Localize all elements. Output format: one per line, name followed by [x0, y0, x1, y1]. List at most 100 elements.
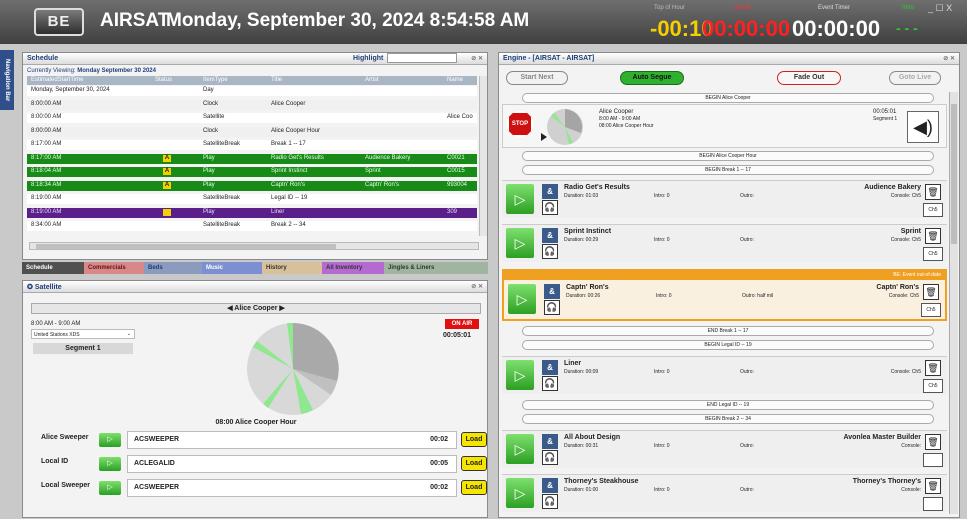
engine-scrollbar[interactable]: [949, 92, 958, 514]
play-icon[interactable]: ▷: [506, 228, 534, 258]
trash-icon[interactable]: 🗑: [925, 478, 941, 494]
load-button[interactable]: Load: [461, 480, 487, 495]
link-icon[interactable]: &: [542, 228, 558, 243]
play-icon[interactable]: ▷: [506, 184, 534, 214]
play-icon[interactable]: ▷: [506, 360, 534, 390]
trash-icon[interactable]: 🗑: [925, 228, 941, 244]
col-name[interactable]: Name: [447, 77, 463, 83]
link-icon[interactable]: &: [542, 478, 558, 493]
slot-field[interactable]: ACLEGALID 00:05: [127, 455, 457, 473]
panel-controls[interactable]: ⊘ ✕: [471, 55, 483, 62]
auto-segue-button[interactable]: Auto Segue: [620, 71, 684, 85]
link-icon[interactable]: &: [544, 284, 560, 299]
channel-button[interactable]: Ch5: [923, 379, 943, 393]
cell-artist: Captn' Ron's: [365, 181, 399, 188]
item-intro: Intro: 0: [656, 293, 672, 299]
tab-music[interactable]: Music: [202, 262, 262, 274]
headphones-icon[interactable]: 🎧: [542, 376, 558, 391]
link-icon[interactable]: &: [542, 184, 558, 199]
schedule-row[interactable]: 8:00:00 AM Clock Alice Cooper: [27, 99, 477, 110]
tab-history[interactable]: History: [262, 262, 322, 274]
slot-field[interactable]: ACSWEEPER 00:02: [127, 431, 457, 449]
play-icon[interactable]: ▷: [99, 457, 121, 471]
headphones-icon[interactable]: 🎧: [542, 450, 558, 465]
channel-button[interactable]: [923, 497, 943, 511]
schedule-row[interactable]: 8:19:00 AM Play Liner 309: [27, 207, 477, 218]
col-item-type[interactable]: ItemType: [203, 77, 228, 83]
schedule-hscrollbar[interactable]: [29, 242, 479, 250]
engine-item[interactable]: ▷ & 🎧 Liner Duration: 00:09 Intro: 0 Outro: Con…: [502, 356, 947, 394]
load-button[interactable]: Load: [461, 432, 487, 447]
tab-jingles-liners[interactable]: Jingles & Liners: [384, 262, 488, 274]
engine-panel-controls[interactable]: ⊘ ✕: [943, 55, 955, 62]
headphones-icon[interactable]: 🎧: [542, 200, 558, 215]
link-icon[interactable]: &: [542, 434, 558, 449]
schedule-row[interactable]: 8:18:04 AM Play Sprint Instinct Sprint C0015…: [27, 167, 477, 177]
engine-item[interactable]: ▷ & 🎧 Radio Get's Results Duration: 01:03 Int…: [502, 180, 947, 218]
schedule-row[interactable]: 8:19:00 AM SatelliteBreak Legal ID -- 19: [27, 194, 477, 204]
alert-banner: BE: Event out-of-date: [504, 271, 945, 280]
schedule-scrollbar[interactable]: [479, 76, 487, 236]
next-arrow-icon[interactable]: ▶: [279, 305, 284, 312]
start-next-button[interactable]: Start Next: [506, 71, 568, 85]
headphones-icon[interactable]: 🎧: [542, 494, 558, 509]
play-icon[interactable]: ▷: [508, 284, 536, 314]
prev-arrow-icon[interactable]: ◀: [227, 305, 232, 312]
tab-beds[interactable]: Beds: [144, 262, 202, 274]
channel-button[interactable]: Ch5: [923, 203, 943, 217]
schedule-row[interactable]: 8:00:00 AM Clock Alice Cooper Hour: [27, 126, 477, 137]
cell-time: 8:18:04 AM: [31, 168, 62, 174]
tab-commercials[interactable]: Commercials: [84, 262, 144, 274]
item-duration: Duration: 01:00: [564, 487, 599, 493]
col-title[interactable]: Title: [271, 77, 282, 83]
marker-begin-break2: BEGIN Break 2 -- 34: [522, 414, 934, 424]
schedule-row[interactable]: 8:00:00 AM Satellite Alice Coo: [27, 113, 477, 123]
fade-out-button[interactable]: Fade Out: [777, 71, 841, 85]
col-start-time[interactable]: EstimatedStartTime: [31, 77, 83, 83]
navigation-bar[interactable]: Navigation Bar: [0, 50, 14, 110]
station-select[interactable]: United Stations XDS ⌄: [31, 329, 135, 339]
slot-name: Alice Sweeper: [41, 434, 89, 441]
schedule-row[interactable]: 8:34:00 AM SatelliteBreak Break 2 -- 34: [27, 221, 477, 231]
headphones-icon[interactable]: 🎧: [544, 300, 560, 315]
cell-name: C0015: [447, 168, 465, 174]
schedule-row[interactable]: 8:18:34 AM Play Captn' Ron's Captn' Ron's 99…: [27, 180, 477, 191]
channel-button[interactable]: [923, 453, 943, 467]
headphones-icon[interactable]: 🎧: [542, 244, 558, 259]
engine-item[interactable]: ▷ & 🎧 Thorney's Steakhouse Duration: 01:00 In…: [502, 474, 947, 512]
engine-item[interactable]: BE: Event out-of-date ▷ & 🎧 Captn' Ron's Dura…: [502, 269, 947, 321]
col-artist[interactable]: Artist: [365, 77, 379, 83]
play-icon[interactable]: ▷: [506, 478, 534, 508]
slot-field[interactable]: ACSWEEPER 00:02: [127, 479, 457, 497]
trash-icon[interactable]: 🗑: [925, 434, 941, 450]
item-artist: Audience Bakery: [864, 184, 921, 191]
trash-icon[interactable]: 🗑: [925, 360, 941, 376]
trash-icon[interactable]: 🗑: [923, 284, 939, 300]
highlight-select[interactable]: [387, 53, 457, 63]
channel-button[interactable]: Ch5: [921, 303, 941, 317]
tab-schedule[interactable]: Schedule: [22, 262, 84, 274]
engine-item[interactable]: ▷ & 🎧 Sprint Instinct Duration: 00:29 Intro: …: [502, 224, 947, 262]
tab-all-inventory[interactable]: All Inventory: [322, 262, 384, 274]
engine-title-bar: Engine - [AIRSAT - AIRSAT] ⊘ ✕: [499, 53, 959, 65]
schedule-row[interactable]: Monday, September 30, 2024 Day: [27, 86, 477, 96]
stop-button[interactable]: STOP: [507, 111, 533, 137]
link-icon[interactable]: &: [542, 360, 558, 375]
col-status[interactable]: Status: [155, 77, 172, 83]
speaker-icon[interactable]: ◀): [907, 111, 939, 143]
schedule-row[interactable]: 8:17:00 AM SatelliteBreak Break 1 -- 17: [27, 140, 477, 150]
play-icon[interactable]: ▷: [99, 433, 121, 447]
trash-icon[interactable]: 🗑: [925, 184, 941, 200]
engine-item[interactable]: ▷ & 🎧 All About Design Duration: 00:31 Intro:…: [502, 430, 947, 468]
cell-title: Sprint Instinct: [271, 168, 308, 174]
goto-live-button[interactable]: Goto Live: [889, 71, 941, 85]
window-controls[interactable]: _ ☐ X: [928, 3, 952, 14]
load-button[interactable]: Load: [461, 456, 487, 471]
play-icon[interactable]: ▷: [506, 434, 534, 464]
schedule-table-header: EstimatedStartTime Status ItemType Title…: [27, 76, 477, 85]
intro-timer: - - -: [896, 20, 918, 36]
satellite-panel-controls[interactable]: ⊘ ✕: [471, 283, 483, 290]
channel-button[interactable]: Ch5: [923, 247, 943, 261]
play-icon[interactable]: ▷: [99, 481, 121, 495]
schedule-row[interactable]: 8:17:00 AM Play Radio Get's Results Audienc…: [27, 153, 477, 164]
